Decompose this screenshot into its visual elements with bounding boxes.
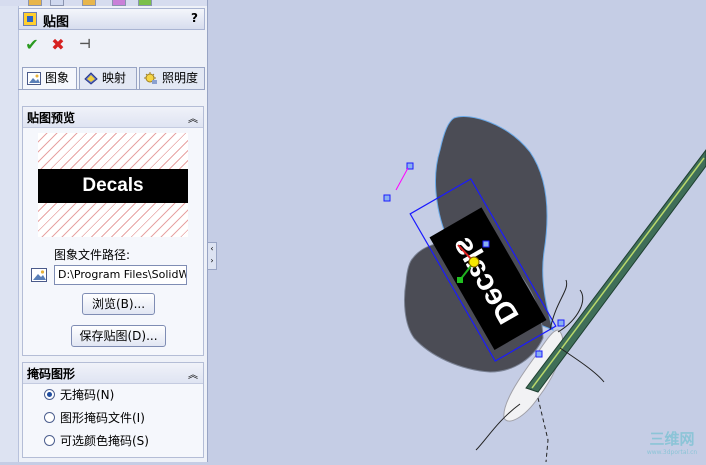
image-path-label: 图象文件路径: [54, 248, 131, 262]
decal-preview-header[interactable]: 贴图预览 ︽ [23, 107, 203, 128]
radio-image-mask[interactable] [44, 412, 55, 423]
save-decal-button[interactable]: 保存贴图(D)... [71, 325, 166, 347]
mask-title: 掩码图形 [27, 367, 76, 381]
tab-image-label: 图象 [45, 71, 70, 85]
decal-icon [23, 12, 37, 26]
help-button[interactable]: ? [191, 11, 198, 25]
radio-color-mask-label[interactable]: 可选颜色掩码(S) [60, 432, 149, 449]
dimxpert-icon[interactable] [112, 0, 126, 6]
radio-no-mask-label[interactable]: 无掩码(N) [60, 386, 114, 403]
decal-origin-handle [468, 256, 480, 268]
tab-image[interactable]: 图象 [22, 67, 77, 89]
configuration-manager-icon[interactable] [82, 0, 96, 6]
ok-button[interactable]: ✔ [23, 36, 41, 54]
lighting-icon [144, 71, 158, 84]
decal-preview-image: Decals [38, 133, 188, 237]
tab-lighting-label: 照明度 [162, 71, 199, 85]
leaf-stem [525, 149, 706, 393]
mask-group: 掩码图形 ︽ 无掩码(N) 图形掩码文件(I) 可选颜色掩码(S) [22, 362, 204, 458]
mask-header[interactable]: 掩码图形 ︽ [23, 363, 203, 384]
left-side-strip [0, 6, 19, 462]
radio-no-mask[interactable] [44, 389, 55, 400]
decal-preview-group: 贴图预览 ︽ Decals 图象文件路径: D:\Program Files\S… [22, 106, 204, 356]
image-icon [27, 71, 41, 85]
tab-mapping[interactable]: 映射 [79, 67, 137, 89]
tab-bar: 图象 映射 照明度 [22, 67, 205, 89]
radio-color-mask[interactable] [44, 435, 55, 446]
image-file-icon [31, 268, 47, 285]
tab-divider [18, 89, 205, 90]
browse-button[interactable]: 浏览(B)... [82, 293, 155, 315]
leg-1 [537, 397, 549, 463]
watermark-sub: www.3dportal.cn [646, 449, 698, 456]
watermark-main: 三维网 [649, 430, 695, 448]
decal-handle-right [557, 319, 565, 327]
watermark: 三维网 www.3dportal.cn [640, 428, 704, 460]
display-manager-icon[interactable] [138, 0, 152, 6]
property-manager-panel: 贴图 ? ✔ ✖ ⊣ 图象 映射 照明度 贴图预览 ︽ Decals 图象文件路… [0, 0, 208, 462]
radio-image-mask-label[interactable]: 图形掩码文件(I) [60, 409, 145, 426]
collapse-chevron-icon[interactable]: ︽ [188, 110, 198, 125]
pin-button[interactable]: ⊣ [76, 36, 94, 54]
panel-title-bar: 贴图 ? [18, 8, 205, 30]
panel-top-toolbar [0, 0, 207, 6]
decal-handle-mid [482, 240, 490, 248]
tab-mapping-label: 映射 [102, 71, 127, 85]
tab-lighting[interactable]: 照明度 [139, 67, 205, 89]
decal-preview-title: 贴图预览 [27, 111, 76, 125]
cancel-button[interactable]: ✖ [49, 36, 67, 54]
decal-handle-bottom [535, 350, 543, 358]
property-manager-icon[interactable] [50, 0, 64, 6]
collapse-chevron-icon[interactable]: ︽ [188, 366, 198, 381]
panel-title: 贴图 [43, 15, 70, 30]
mapping-icon [84, 71, 98, 85]
feature-manager-icon[interactable] [28, 0, 42, 6]
decal-handle-left [383, 194, 391, 202]
decal-preview-text: Decals [38, 169, 188, 203]
graphics-viewport[interactable]: Decals [208, 0, 706, 463]
image-path-input[interactable]: D:\Program Files\SolidWorks [54, 265, 187, 285]
